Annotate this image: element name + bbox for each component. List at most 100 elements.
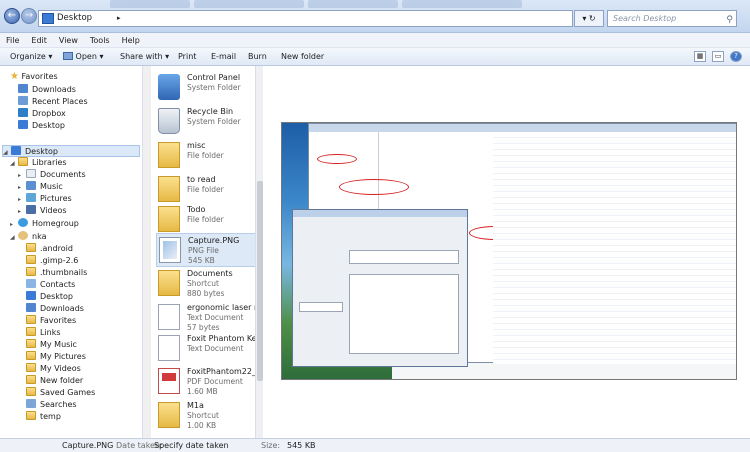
- menu-tools[interactable]: Tools: [84, 33, 116, 48]
- burn-button[interactable]: Burn: [248, 48, 267, 66]
- nav-folder[interactable]: My Videos: [26, 363, 81, 375]
- folder-icon: [26, 327, 36, 336]
- file-type: System Folder: [187, 83, 241, 92]
- list-item[interactable]: misc File folder: [156, 139, 255, 173]
- back-button[interactable]: ←: [4, 8, 20, 24]
- organize-button[interactable]: Organize ▾: [10, 48, 52, 66]
- change-view-icon[interactable]: ▦: [694, 51, 706, 62]
- file-type: System Folder: [187, 117, 241, 126]
- menu-view[interactable]: View: [53, 33, 84, 48]
- folder-icon: [158, 206, 180, 232]
- collapse-arrow-icon[interactable]: ◢: [10, 232, 18, 244]
- navigation-pane: ★ Favorites Downloads Recent Places Drop…: [0, 66, 143, 438]
- nav-recent-places[interactable]: Recent Places: [18, 96, 88, 108]
- menu-file[interactable]: File: [0, 33, 25, 48]
- videos-folder-icon: [26, 363, 36, 372]
- new-folder-button[interactable]: New folder: [281, 48, 324, 66]
- nav-fav-desktop[interactable]: Desktop: [18, 120, 65, 132]
- nav-folder[interactable]: Favorites: [26, 315, 76, 327]
- nav-user[interactable]: ◢ nka: [10, 231, 46, 243]
- nav-videos[interactable]: ▸ Videos: [18, 205, 67, 217]
- status-date-value[interactable]: Specify date taken: [154, 439, 229, 452]
- list-item[interactable]: Control Panel System Folder: [156, 71, 255, 105]
- preview-image: [281, 122, 737, 380]
- nav-desktop[interactable]: ◢ Desktop: [2, 145, 140, 157]
- annotation-circle: [317, 154, 357, 164]
- list-item[interactable]: Documents Shortcut 880 bytes: [156, 267, 255, 301]
- nav-folder[interactable]: Saved Games: [26, 387, 95, 399]
- scrollbar-thumb[interactable]: [257, 181, 263, 381]
- nav-folder[interactable]: Downloads: [26, 303, 84, 315]
- list-item[interactable]: M1a Shortcut 1.00 KB: [156, 399, 255, 433]
- refresh-button[interactable]: ▾ ↻: [574, 10, 604, 27]
- nav-music[interactable]: ▸ Music: [18, 181, 63, 193]
- nav-dropbox[interactable]: Dropbox: [18, 108, 66, 120]
- collapse-arrow-icon[interactable]: ◢: [10, 158, 18, 170]
- nav-folder[interactable]: .gimp-2.6: [26, 255, 78, 267]
- open-button[interactable]: Open ▾: [63, 48, 103, 66]
- list-item[interactable]: Recycle Bin System Folder: [156, 105, 255, 139]
- nav-homegroup[interactable]: ▸ Homegroup: [10, 218, 79, 230]
- folder-icon: [158, 142, 180, 168]
- nav-libraries[interactable]: ◢ Libraries: [10, 157, 67, 169]
- background-window-tabs: [110, 0, 630, 9]
- menu-help[interactable]: Help: [116, 33, 146, 48]
- email-button[interactable]: E-mail: [211, 48, 236, 66]
- breadcrumb-arrow-icon[interactable]: ▸: [117, 11, 121, 26]
- text-file-icon: [158, 304, 180, 330]
- expand-arrow-icon[interactable]: ▸: [18, 206, 26, 218]
- preview-titlebar: [309, 124, 736, 132]
- file-name: Foxit Phantom Keybo: [187, 334, 255, 343]
- nav-folder[interactable]: Contacts: [26, 279, 75, 291]
- menu-edit[interactable]: Edit: [25, 33, 53, 48]
- nav-folder[interactable]: New folder: [26, 375, 83, 387]
- file-name: Capture.PNG: [188, 236, 240, 245]
- share-with-button[interactable]: Share with ▾: [120, 48, 169, 66]
- expand-arrow-icon[interactable]: ▸: [10, 219, 18, 231]
- list-item[interactable]: FoxitPhantom22_Man PDF Document 1.60 MB: [156, 365, 255, 399]
- share-with-label: Share with: [120, 52, 163, 61]
- file-type: File folder: [187, 151, 224, 160]
- nav-folder[interactable]: temp: [26, 411, 61, 423]
- desktop-icon: [11, 146, 21, 155]
- nav-folder[interactable]: Desktop: [26, 291, 73, 303]
- music-folder-icon: [26, 339, 36, 348]
- list-item[interactable]: Todo File folder: [156, 203, 255, 237]
- file-name: FoxitPhantom22_Man: [187, 367, 255, 376]
- file-size: 880 bytes: [187, 289, 225, 298]
- file-type: Shortcut: [187, 411, 219, 420]
- nav-documents[interactable]: ▸ Documents: [18, 169, 86, 181]
- list-item[interactable]: Foxit Phantom Keybo Text Document: [156, 332, 255, 366]
- print-button[interactable]: Print: [178, 48, 196, 66]
- explorer-window: ← → Desktop ▸ ▾ ↻ Search Desktop ⚲ File E…: [0, 0, 750, 452]
- navigation-scrollbar[interactable]: [143, 66, 151, 438]
- nav-folder[interactable]: Links: [26, 327, 61, 339]
- nav-music-label: Music: [40, 182, 63, 191]
- recycle-bin-icon: [158, 108, 180, 134]
- list-item[interactable]: to read File folder: [156, 173, 255, 207]
- nav-folder[interactable]: .thumbnails: [26, 267, 87, 279]
- nav-downloads[interactable]: Downloads: [18, 84, 76, 96]
- address-field[interactable]: Desktop ▸: [38, 10, 573, 27]
- file-list: Control Panel System Folder Recycle Bin …: [151, 66, 255, 438]
- search-input[interactable]: Search Desktop ⚲: [607, 10, 737, 27]
- nav-documents-label: Documents: [40, 170, 86, 179]
- preview-dialog-help: [349, 274, 459, 354]
- forward-button[interactable]: →: [21, 8, 37, 24]
- list-item-selected[interactable]: Capture.PNG PNG File 545 KB: [156, 233, 255, 267]
- nav-folder[interactable]: .android: [26, 243, 73, 255]
- nav-recent-places-label: Recent Places: [32, 97, 88, 106]
- nav-pictures[interactable]: ▸ Pictures: [18, 193, 72, 205]
- homegroup-icon: [18, 218, 28, 227]
- help-icon[interactable]: ?: [730, 51, 742, 62]
- nav-folder[interactable]: My Music: [26, 339, 77, 351]
- nav-folder-label: .thumbnails: [40, 268, 88, 277]
- open-icon: [63, 52, 73, 60]
- list-item[interactable]: ergonomic laser mou Text Document 57 byt…: [156, 301, 255, 335]
- nav-folder[interactable]: My Pictures: [26, 351, 86, 363]
- shortcut-icon: [158, 270, 180, 296]
- nav-favorites[interactable]: ★ Favorites: [10, 71, 58, 83]
- nav-folder[interactable]: Searches: [26, 399, 77, 411]
- file-list-scrollbar[interactable]: [255, 66, 263, 438]
- preview-pane-icon[interactable]: ▭: [712, 51, 724, 62]
